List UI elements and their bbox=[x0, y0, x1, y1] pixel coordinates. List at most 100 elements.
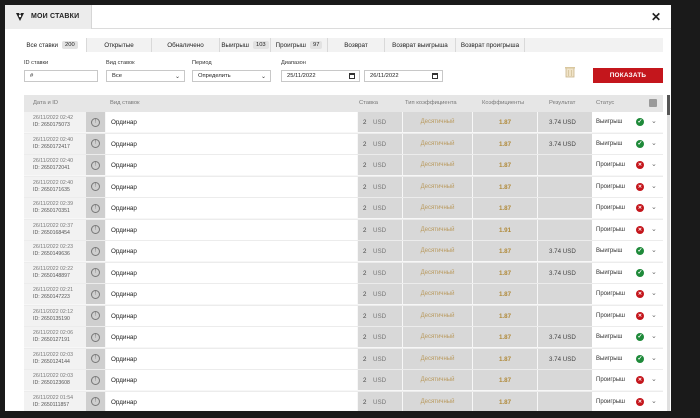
table-row[interactable]: 26/11/2022 02:42 ID: 2650175073! Ординар 2 U… bbox=[24, 112, 663, 134]
table-row[interactable]: 26/11/2022 02:40 ID: 2650171635! Ординар 2 U… bbox=[24, 176, 663, 198]
bet-status: Выигрыш ✓ ⌄ bbox=[592, 133, 663, 154]
bet-filter-tabs: Все ставки 200 Открытые Обналичено Выигрыш 10… bbox=[18, 38, 663, 52]
status-label: Проигрыш bbox=[596, 226, 625, 233]
table-row[interactable]: 26/11/2022 02:06 ID: 2650127191! Ординар 2 U… bbox=[24, 327, 663, 349]
tab-1[interactable]: Открытые bbox=[87, 38, 152, 52]
scrollbar-thumb[interactable] bbox=[667, 95, 670, 115]
table-row[interactable]: 26/11/2022 02:23 ID: 2650149636! Ординар 2 U… bbox=[24, 241, 663, 263]
bet-info-button[interactable]: ! bbox=[86, 112, 105, 132]
bet-info-button[interactable]: ! bbox=[86, 198, 105, 218]
table-row[interactable]: 26/11/2022 02:40 ID: 2650172417! Ординар 2 U… bbox=[24, 133, 663, 155]
bet-stake: 2 USD bbox=[358, 348, 402, 369]
bet-id-input[interactable]: # bbox=[24, 70, 98, 82]
cross-icon: ✕ bbox=[636, 182, 644, 191]
bet-info-button[interactable]: ! bbox=[86, 241, 105, 261]
table-row[interactable]: 26/11/2022 01:54 ID: 2650111857! Ординар 2 U… bbox=[24, 391, 663, 411]
chevron-down-icon[interactable]: ⌄ bbox=[651, 375, 657, 383]
chevron-down-icon[interactable]: ⌄ bbox=[651, 225, 657, 233]
bet-type: Ординар bbox=[106, 133, 357, 154]
date-from-input[interactable]: 25/11/2022 bbox=[281, 70, 360, 82]
period-select[interactable]: Определить ⌄ bbox=[192, 70, 271, 82]
bet-type: Ординар bbox=[106, 327, 357, 347]
calendar-icon[interactable] bbox=[349, 73, 355, 79]
bet-info-button[interactable]: ! bbox=[86, 284, 105, 304]
bet-id: ID: 2650172417 bbox=[33, 143, 70, 150]
chevron-down-icon[interactable]: ⌄ bbox=[651, 160, 657, 168]
tab-4[interactable]: Проигрыш 97 bbox=[271, 38, 328, 52]
collapse-all-icon[interactable] bbox=[649, 99, 657, 107]
chevron-down-icon[interactable]: ⌄ bbox=[651, 268, 657, 276]
bet-id: ID: 2650170351 bbox=[33, 208, 70, 214]
window-tab[interactable]: МОИ СТАВКИ bbox=[5, 5, 93, 29]
tab-3[interactable]: Выигрыш 103 bbox=[220, 38, 271, 52]
table-row[interactable]: 26/11/2022 02:39 ID: 2650170351! Ординар 2 U… bbox=[24, 198, 663, 220]
clear-filter-icon[interactable] bbox=[565, 66, 575, 78]
bet-result: 3.74 USD bbox=[538, 241, 592, 261]
tab-0[interactable]: Все ставки 200 bbox=[18, 38, 87, 52]
bet-stake: 2 USD bbox=[358, 262, 402, 283]
calendar-icon[interactable] bbox=[432, 73, 438, 79]
tab-5[interactable]: Возврат bbox=[328, 38, 385, 52]
info-icon: ! bbox=[91, 289, 100, 299]
chevron-down-icon[interactable]: ⌄ bbox=[651, 354, 657, 362]
stake-amount: 2 bbox=[363, 119, 367, 126]
bet-result bbox=[538, 155, 592, 175]
tab-2[interactable]: Обналичено bbox=[152, 38, 220, 52]
table-row[interactable]: 26/11/2022 02:37 ID: 2650168454! Ординар 2 U… bbox=[24, 219, 663, 241]
bet-type: Ординар bbox=[106, 241, 357, 261]
chevron-down-icon[interactable]: ⌄ bbox=[651, 246, 657, 254]
bet-info-button[interactable]: ! bbox=[86, 391, 105, 411]
chevron-down-icon[interactable]: ⌄ bbox=[651, 139, 657, 147]
bet-info-button[interactable]: ! bbox=[86, 305, 105, 326]
tab-7[interactable]: Возврат проигрыша bbox=[456, 38, 525, 52]
table-row[interactable]: 26/11/2022 02:21 ID: 2650147223! Ординар 2 U… bbox=[24, 284, 663, 306]
bet-info-button[interactable]: ! bbox=[86, 176, 105, 197]
table-row[interactable]: 26/11/2022 02:22 ID: 2650148897! Ординар 2 U… bbox=[24, 262, 663, 284]
bet-info-button[interactable]: ! bbox=[86, 327, 105, 347]
show-button[interactable]: ПОКАЗАТЬ bbox=[593, 68, 663, 83]
chevron-down-icon[interactable]: ⌄ bbox=[651, 289, 657, 297]
table-row[interactable]: 26/11/2022 02:03 ID: 2650124144! Ординар 2 U… bbox=[24, 348, 663, 370]
bet-info-button[interactable]: ! bbox=[86, 348, 105, 369]
odds-type: Десятичный bbox=[403, 327, 472, 347]
bet-type: Ординар bbox=[106, 370, 357, 390]
chevron-down-icon[interactable]: ⌄ bbox=[651, 332, 657, 340]
chevron-down-icon[interactable]: ⌄ bbox=[651, 397, 657, 405]
bookmaker-logo-icon bbox=[15, 12, 25, 22]
table-row[interactable]: 26/11/2022 02:12 ID: 2650135190! Ординар 2 U… bbox=[24, 305, 663, 327]
bet-info-button[interactable]: ! bbox=[86, 133, 105, 154]
stake-amount: 2 bbox=[363, 248, 367, 255]
status-label: Проигрыш bbox=[596, 183, 625, 190]
date-to-input[interactable]: 26/11/2022 bbox=[364, 70, 443, 82]
bet-info-button[interactable]: ! bbox=[86, 370, 105, 390]
table-row[interactable]: 26/11/2022 02:03 ID: 2650123608! Ординар 2 U… bbox=[24, 370, 663, 392]
chevron-down-icon[interactable]: ⌄ bbox=[651, 311, 657, 319]
status-label: Выигрыш bbox=[596, 355, 623, 362]
stake-amount: 2 bbox=[363, 183, 367, 191]
bet-type-select[interactable]: Все ⌄ bbox=[106, 70, 185, 82]
scrollbar[interactable] bbox=[667, 95, 670, 411]
table-row[interactable]: 26/11/2022 02:40 ID: 2650172041! Ординар 2 U… bbox=[24, 155, 663, 177]
bet-stake: 2 USD bbox=[358, 176, 402, 197]
close-icon[interactable]: ✕ bbox=[651, 11, 661, 23]
bet-date-id: 26/11/2022 02:06 ID: 2650127191 bbox=[24, 327, 86, 347]
window-title: МОИ СТАВКИ bbox=[31, 13, 80, 20]
bet-info-button[interactable]: ! bbox=[86, 262, 105, 283]
chevron-down-icon[interactable]: ⌄ bbox=[651, 203, 657, 211]
chevron-down-icon[interactable]: ⌄ bbox=[651, 117, 657, 125]
bet-id: ID: 2650127191 bbox=[33, 337, 70, 343]
cross-icon: ✕ bbox=[636, 225, 644, 234]
info-icon: ! bbox=[91, 354, 100, 363]
header-odds: Коэффициенты bbox=[482, 100, 525, 106]
odds-value: 1.91 bbox=[473, 219, 537, 240]
bet-type: Ординар bbox=[106, 198, 357, 218]
period-label: Период bbox=[192, 60, 212, 66]
bet-info-button[interactable]: ! bbox=[86, 155, 105, 175]
bet-type: Ординар bbox=[106, 155, 357, 175]
bet-status: Проигрыш ✕ ⌄ bbox=[592, 176, 663, 197]
chevron-down-icon[interactable]: ⌄ bbox=[651, 182, 657, 190]
bet-info-button[interactable]: ! bbox=[86, 219, 105, 240]
tab-6[interactable]: Возврат выигрыша bbox=[385, 38, 456, 52]
bet-stake: 2 USD bbox=[358, 112, 402, 132]
bet-status: Выигрыш ✓ ⌄ bbox=[592, 348, 663, 369]
